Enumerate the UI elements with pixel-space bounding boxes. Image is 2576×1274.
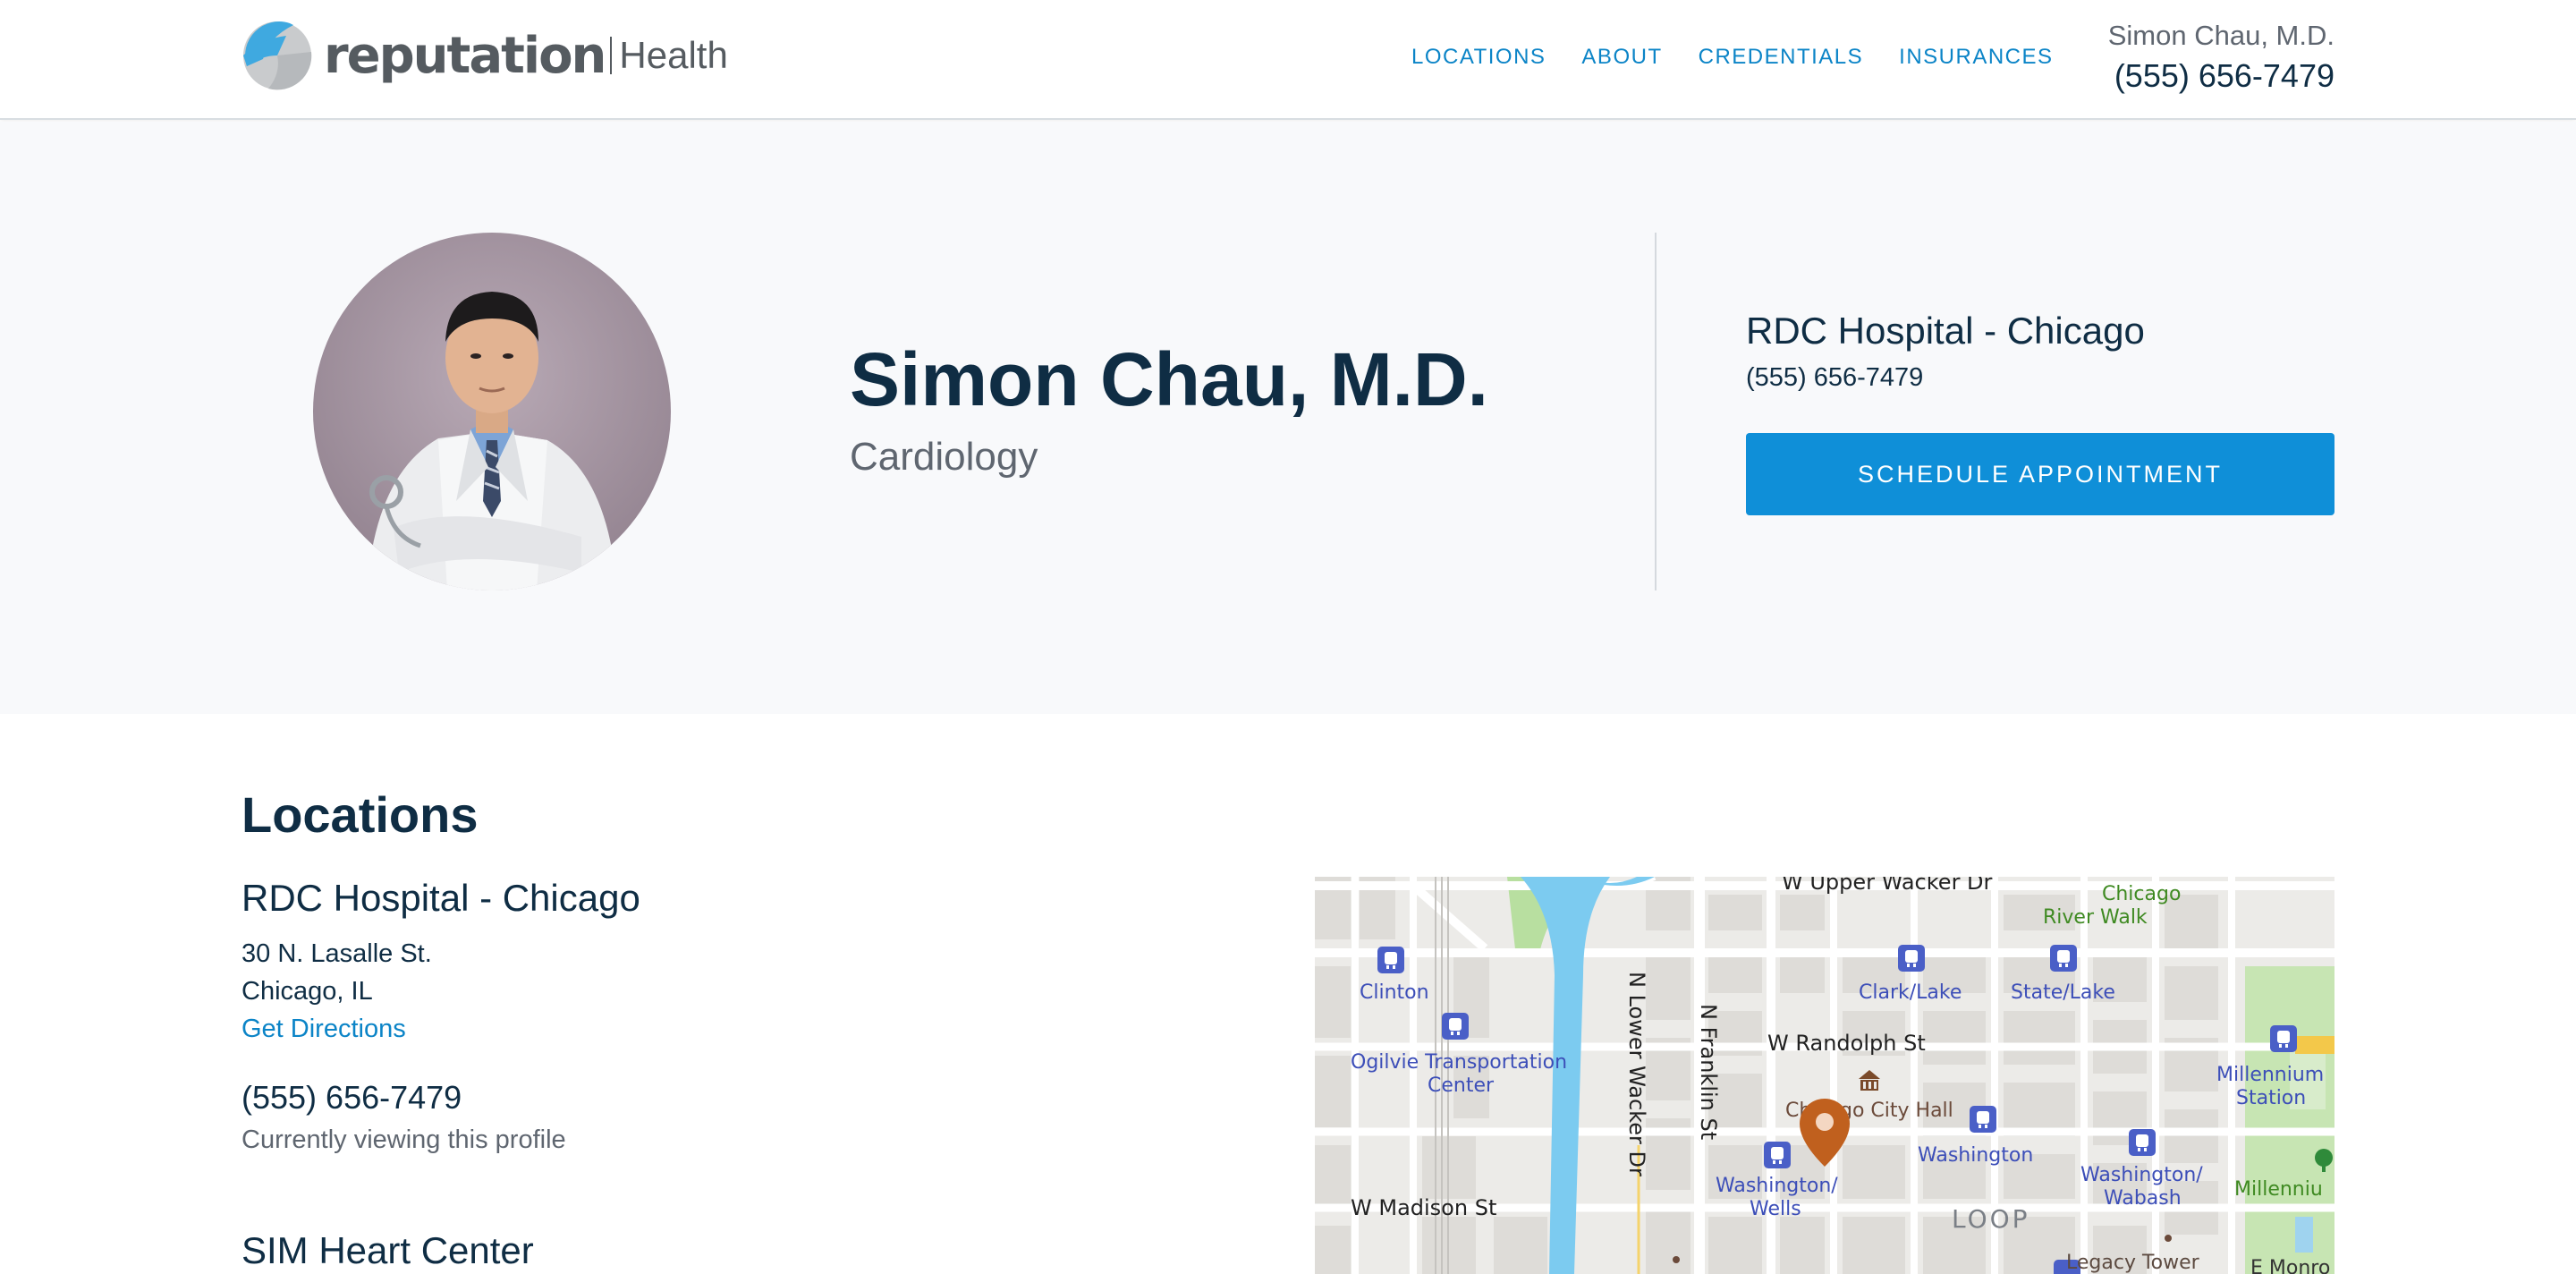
hero-location-name: RDC Hospital - Chicago [1746, 310, 2145, 352]
location-address-line2: Chicago, IL [242, 977, 373, 1006]
map-label: Washington/ [1716, 1175, 1838, 1197]
provider-photo [313, 233, 671, 590]
map-label: N Franklin St [1696, 1004, 1721, 1140]
reputation-health-logo[interactable]: reputation Health [242, 18, 728, 93]
map-label: Wabash [2104, 1187, 2182, 1210]
location-address-line1: 30 N. Lasalle St. [242, 939, 432, 968]
map-label: River Walk [2043, 906, 2148, 929]
schedule-appointment-button[interactable]: SCHEDULE APPOINTMENT [1746, 433, 2334, 515]
nav-about[interactable]: ABOUT [1581, 45, 1662, 70]
locations-heading: Locations [242, 786, 479, 843]
logo-wordmark: reputation [324, 26, 606, 85]
location-phone[interactable]: (555) 656-7479 [242, 1079, 462, 1117]
map-label: W Randolph St [1767, 1031, 1926, 1056]
map-label: Clinton [1360, 981, 1429, 1004]
map-label: Millennium [2216, 1064, 2324, 1086]
map-label: Legacy Tower [2066, 1252, 2200, 1274]
map-park [2245, 966, 2334, 1274]
location-viewing-note: Currently viewing this profile [242, 1125, 566, 1154]
map-label: Ogilvie Transportation [1351, 1051, 1567, 1074]
location-name: RDC Hospital - Chicago [242, 877, 640, 919]
nav-credentials[interactable]: CREDENTIALS [1699, 45, 1864, 70]
hero-location-phone[interactable]: (555) 656-7479 [1746, 363, 1923, 393]
nav-locations[interactable]: LOCATIONS [1411, 45, 1546, 70]
map-label: Clark/Lake [1859, 981, 1962, 1004]
map-label: Chicago [2102, 883, 2181, 905]
map-label: Washington [1918, 1144, 2033, 1167]
provider-specialty: Cardiology [850, 435, 1038, 479]
logo-subtext: Health [619, 34, 728, 76]
get-directions-link[interactable]: Get Directions [242, 1015, 406, 1044]
logo-divider [610, 37, 613, 74]
map-label: Station [2236, 1087, 2306, 1109]
provider-hero: Simon Chau, M.D. Cardiology RDC Hospital… [0, 122, 2576, 714]
map-label: Wells [1750, 1198, 1801, 1220]
location-map[interactable]: W Upper Wacker Dr W Randolph St W Madiso… [1315, 877, 2334, 1274]
map-label: E Monro [2250, 1257, 2330, 1274]
logo-mark-icon [242, 20, 313, 91]
map-label: Center [1428, 1074, 1495, 1097]
map-label: LOOP [1952, 1204, 2030, 1234]
nav-insurances[interactable]: INSURANCES [1899, 45, 2053, 70]
map-label: State/Lake [2011, 981, 2115, 1004]
map-label: Millenniu [2234, 1178, 2323, 1201]
header-phone-link[interactable]: (555) 656-7479 [2108, 57, 2334, 95]
header-contact: Simon Chau, M.D. (555) 656-7479 [2108, 20, 2334, 95]
main-nav: LOCATIONS ABOUT CREDENTIALS INSURANCES [1411, 45, 2054, 70]
location-name: SIM Heart Center [242, 1229, 534, 1271]
map-label: W Madison St [1351, 1195, 1496, 1220]
map-label: N Lower Wacker Dr [1624, 972, 1649, 1176]
site-header: reputation Health LOCATIONS ABOUT CREDEN… [0, 0, 2576, 120]
header-provider-name: Simon Chau, M.D. [2107, 20, 2334, 51]
map-label: Washington/ [2080, 1164, 2203, 1186]
hero-divider [1655, 233, 1657, 590]
map-label: W Upper Wacker Dr [1782, 877, 1993, 895]
provider-name: Simon Chau, M.D. [850, 337, 1488, 421]
